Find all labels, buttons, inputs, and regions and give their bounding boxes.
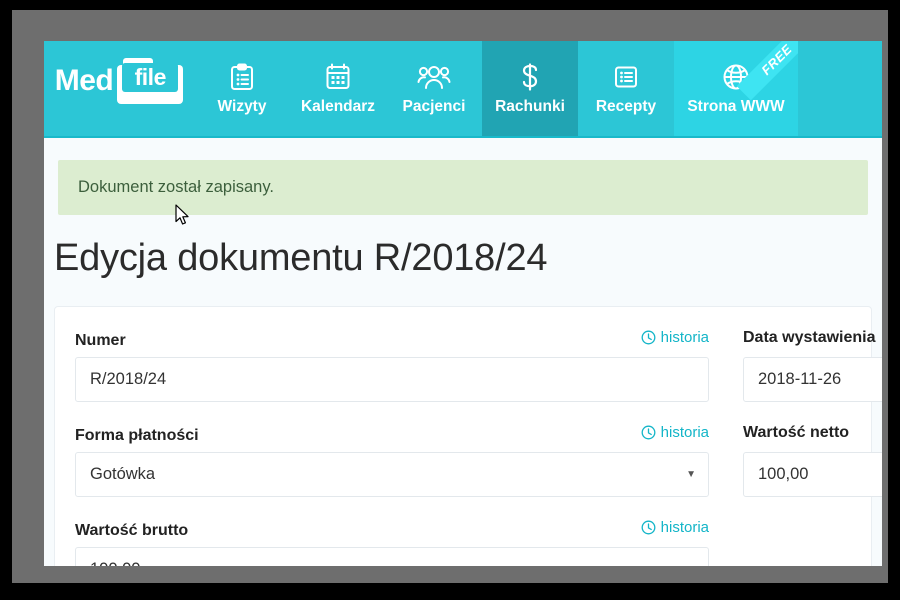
history-link-text: historia xyxy=(660,424,709,441)
form-row-1: Numer historia R/2018/24 Data wystawieni… xyxy=(75,329,882,402)
globe-icon xyxy=(722,63,750,91)
brand-logo[interactable]: Med file xyxy=(44,41,194,138)
select-forma-platnosci[interactable]: Gotówka ▼ xyxy=(75,452,709,497)
page-title: Edycja dokumentu R/2018/24 xyxy=(54,237,548,279)
history-link-wartosc-brutto[interactable]: historia xyxy=(641,519,709,536)
nav-label-wizyty: Wizyty xyxy=(217,98,267,115)
input-numer[interactable] xyxy=(75,357,709,402)
nav-label-pacjenci: Pacjenci xyxy=(402,98,466,115)
chevron-down-icon: ▼ xyxy=(686,469,696,480)
label-numer: Numer xyxy=(75,332,126,349)
clock-icon xyxy=(641,425,656,440)
field-numer: Numer historia xyxy=(75,329,709,402)
document-edit-form: Numer historia R/2018/24 Data wystawieni… xyxy=(54,306,882,566)
select-forma-platnosci-value: Gotówka xyxy=(90,465,156,483)
field-wartosc-netto: Wartość netto xyxy=(743,424,882,497)
label-data-wystawienia: Data wystawienia xyxy=(743,329,876,346)
nav-item-wizyty[interactable]: Wizyty xyxy=(194,41,290,138)
input-wartosc-brutto[interactable] xyxy=(75,547,709,566)
history-link-forma-platnosci[interactable]: historia xyxy=(641,424,709,441)
brand-text: Med xyxy=(54,63,114,97)
field-forma-platnosci: Forma płatności historia Gotówka ▼ xyxy=(75,424,709,497)
history-link-numer[interactable]: historia xyxy=(641,329,709,346)
calendar-icon xyxy=(325,63,351,91)
input-data-wystawienia[interactable] xyxy=(743,357,882,402)
nav-label-recepty: Recepty xyxy=(595,98,657,115)
label-wartosc-netto: Wartość netto xyxy=(743,424,850,441)
field-wartosc-brutto: Wartość brutto historia xyxy=(75,519,709,566)
history-link-text: historia xyxy=(660,519,709,536)
clipboard-icon xyxy=(229,63,255,91)
clock-icon xyxy=(641,330,656,345)
clock-icon xyxy=(641,520,656,535)
screenshot-frame: Med file Wizyty Kalendarz Pacjenci Rachu… xyxy=(12,10,888,583)
field-data-wystawienia: Data wystawienia xyxy=(743,329,882,402)
brand-badge-text: file xyxy=(134,63,167,90)
nav-item-strona-www[interactable]: FREE Strona WWW xyxy=(674,41,798,138)
nav-label-rachunki: Rachunki xyxy=(495,98,565,115)
nav-item-recepty[interactable]: Recepty xyxy=(578,41,674,138)
browser-viewport: Med file Wizyty Kalendarz Pacjenci Rachu… xyxy=(44,41,882,566)
main-navigation: Med file Wizyty Kalendarz Pacjenci Rachu… xyxy=(44,41,882,138)
form-row-2: Forma płatności historia Gotówka ▼ Warto… xyxy=(75,424,882,497)
folder-icon: file xyxy=(117,57,184,104)
input-wartosc-netto[interactable] xyxy=(743,452,882,497)
label-forma-platnosci: Forma płatności xyxy=(75,427,199,444)
field-spacer xyxy=(743,519,882,566)
history-link-text: historia xyxy=(660,329,709,346)
nav-item-kalendarz[interactable]: Kalendarz xyxy=(290,41,386,138)
nav-label-strona-www: Strona WWW xyxy=(687,98,785,115)
nav-item-rachunki[interactable]: Rachunki xyxy=(482,41,578,138)
dollar-icon xyxy=(519,63,541,91)
nav-label-kalendarz: Kalendarz xyxy=(300,98,376,115)
label-wartosc-brutto: Wartość brutto xyxy=(75,522,189,539)
list-icon xyxy=(613,63,639,91)
users-icon xyxy=(417,63,451,91)
form-row-3: Wartość brutto historia xyxy=(75,519,851,566)
nav-item-pacjenci[interactable]: Pacjenci xyxy=(386,41,482,138)
success-alert: Dokument został zapisany. xyxy=(58,160,868,215)
